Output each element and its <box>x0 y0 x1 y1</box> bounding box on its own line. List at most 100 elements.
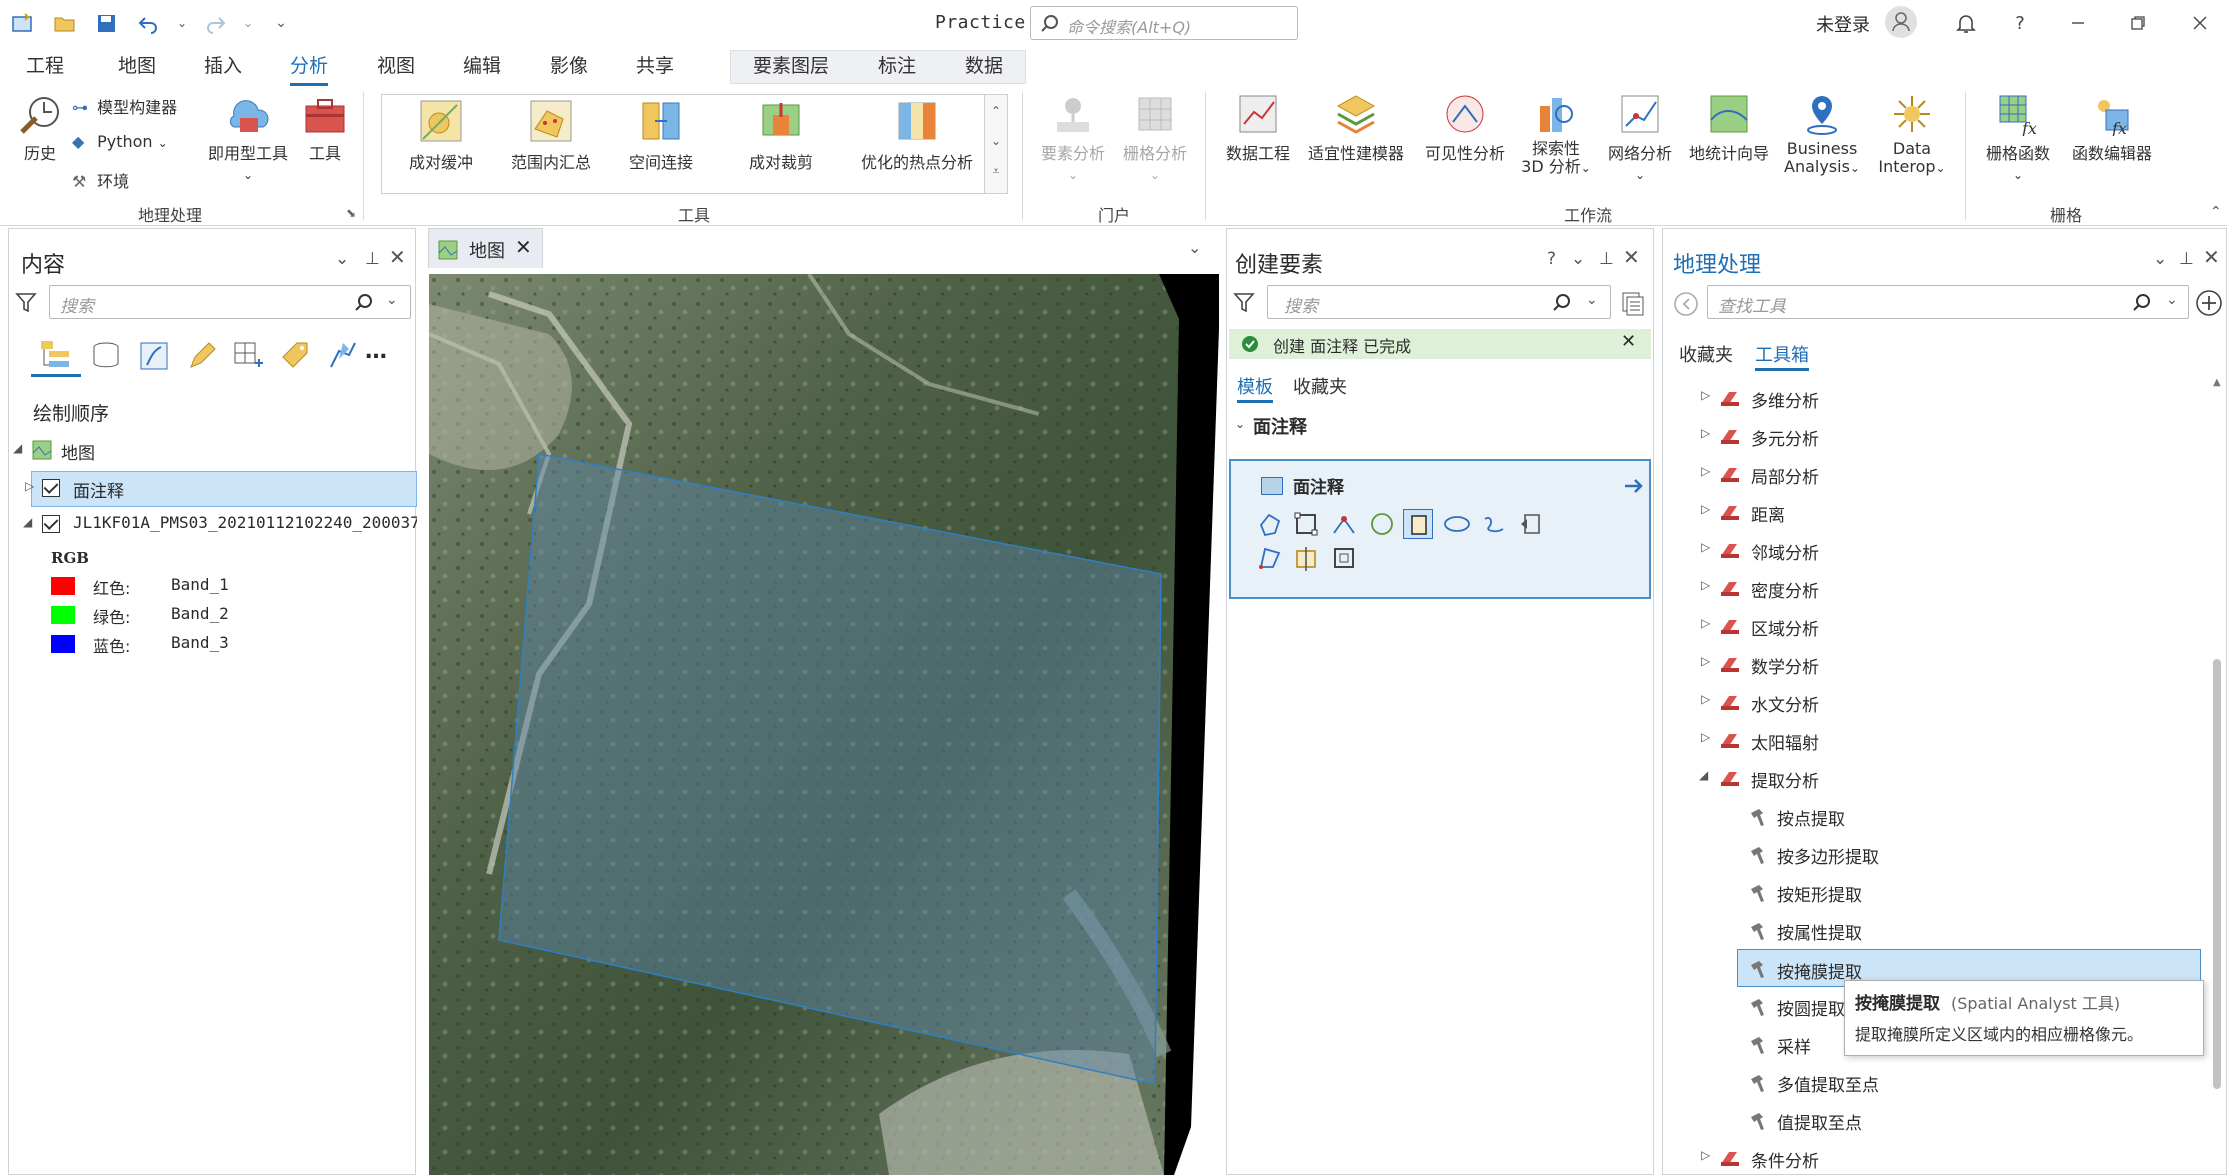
close-tab-icon[interactable]: ✕ <box>515 235 532 259</box>
command-search-input[interactable]: 命令搜索(Alt+Q) <box>1030 6 1298 40</box>
toolset-multivariate[interactable]: ▷ 多元分析 <box>1663 417 2208 455</box>
raster-layer-name[interactable]: JL1KF01A_PMS03_20210112102240_20003755 <box>73 513 417 532</box>
gallery-tool-pairwise-buffer[interactable]: 成对缓冲 <box>396 99 486 173</box>
pane-options-icon[interactable]: ⌄ <box>1571 249 1585 269</box>
gallery-expand-icon[interactable]: ⩡ <box>985 155 1007 187</box>
avatar[interactable] <box>1885 6 1917 38</box>
model-builder-button[interactable]: ⊶ 模型构建器 <box>72 94 177 118</box>
raster-analysis-button[interactable]: 栅格分析 ⌄ <box>1117 92 1193 183</box>
close-pane-icon[interactable]: ✕ <box>2203 245 2220 269</box>
tool-extract-by-rectangle[interactable]: 按矩形提取 <box>1663 873 2208 911</box>
environments-button[interactable]: ⚒ 环境 <box>72 168 129 192</box>
rectangle-annotation-tool[interactable] <box>1403 509 1433 539</box>
redo-icon[interactable] <box>200 8 230 38</box>
toolset-hydrology[interactable]: ▷ 水文分析 <box>1663 683 2208 721</box>
map-canvas[interactable] <box>429 274 1219 1175</box>
visibility-analysis-button[interactable]: 可见性分析 <box>1418 92 1512 164</box>
pin-icon[interactable]: ⊥ <box>365 249 380 269</box>
tab-toolboxes[interactable]: 工具箱 <box>1755 341 1809 371</box>
feature-analysis-button[interactable]: 要素分析 ⌄ <box>1035 92 1111 183</box>
data-interop-button[interactable]: Data Interop⌄ <box>1870 92 1954 177</box>
gallery-scroll-down-icon[interactable]: ⌄ <box>985 127 1007 155</box>
scroll-up-icon[interactable]: ▲ <box>2213 377 2221 388</box>
list-by-labeling-icon[interactable] <box>279 339 313 371</box>
template-item[interactable]: 面注释 <box>1229 459 1651 599</box>
function-editor-button[interactable]: fx 函数编辑器 <box>2064 92 2160 164</box>
contents-search-input[interactable]: 搜索 ⌄ <box>49 285 411 319</box>
dialog-launcher-icon[interactable]: ⬊ <box>346 206 356 220</box>
tab-data[interactable]: 数据 <box>965 50 1003 86</box>
list-by-editing-icon[interactable] <box>185 339 219 371</box>
geostatistical-wizard-button[interactable]: 地统计向导 <box>1682 92 1776 164</box>
tool-extract-values-to-points[interactable]: 值提取至点 <box>1663 1101 2208 1139</box>
help-icon[interactable]: ? <box>2000 4 2040 42</box>
new-project-icon[interactable] <box>8 8 38 38</box>
close-pane-icon[interactable]: ✕ <box>1623 245 1640 269</box>
more-options-icon[interactable]: … <box>365 339 387 364</box>
raster-visibility-checkbox[interactable] <box>42 515 60 533</box>
ellipse-tool-icon[interactable] <box>1443 511 1471 537</box>
customize-qat-icon[interactable]: ⌄ <box>266 8 296 38</box>
chevron-down-icon[interactable]: ⌄ <box>386 292 398 308</box>
toolset-zonal[interactable]: ▷ 区域分析 <box>1663 607 2208 645</box>
close-window-icon[interactable] <box>2180 4 2220 42</box>
circle-tool-icon[interactable] <box>1369 511 1395 537</box>
toolset-neighborhood[interactable]: ▷ 邻域分析 <box>1663 531 2208 569</box>
raster-functions-button[interactable]: fx 栅格函数 ⌄ <box>1980 92 2056 183</box>
list-by-perspective-imagery-icon[interactable] <box>325 339 359 371</box>
undo-dropdown-icon[interactable]: ⌄ <box>176 8 188 38</box>
gallery-tool-optimized-hot-spot[interactable]: 优化的热点分析 <box>852 99 982 173</box>
gallery-scrollbar[interactable]: ⌃ ⌄ ⩡ <box>984 94 1008 194</box>
restore-icon[interactable] <box>2118 4 2158 42</box>
pin-icon[interactable]: ⊥ <box>1599 249 1614 269</box>
toolset-density[interactable]: ▷ 密度分析 <box>1663 569 2208 607</box>
tool-extract-by-polygon[interactable]: 按多边形提取 <box>1663 835 2208 873</box>
undo-icon[interactable] <box>134 8 164 38</box>
line-tool-icon[interactable] <box>1331 511 1357 537</box>
toolset-math[interactable]: ▷ 数学分析 <box>1663 645 2208 683</box>
map-node-label[interactable]: 地图 <box>61 439 95 464</box>
tab-templates[interactable]: 模板 <box>1237 373 1273 403</box>
tab-map[interactable]: 地图 <box>118 50 156 86</box>
business-analysis-button[interactable]: Business Analysis⌄ <box>1780 92 1864 177</box>
layer-name[interactable]: 面注释 <box>73 477 124 502</box>
collapse-group-icon[interactable]: ⌄ <box>1235 417 1245 431</box>
tab-favorites[interactable]: 收藏夹 <box>1679 341 1733 367</box>
create-features-search-input[interactable]: 搜索 ⌄ <box>1267 285 1611 319</box>
view-list-dropdown-icon[interactable]: ⌄ <box>1188 238 1201 257</box>
filter-icon[interactable] <box>1233 291 1255 315</box>
tab-labeling[interactable]: 标注 <box>878 50 916 86</box>
ready-to-use-tools-button[interactable]: 即用型工具 ⌄ <box>202 92 294 183</box>
toolset-multidimensional[interactable]: ▷ 多维分析 <box>1663 379 2208 417</box>
pin-icon[interactable]: ⊥ <box>2179 249 2194 269</box>
polygon-tool-icon[interactable] <box>1257 511 1283 537</box>
gallery-scroll-up-icon[interactable]: ⌃ <box>985 95 1007 127</box>
filter-icon[interactable] <box>15 291 37 315</box>
network-analysis-button[interactable]: 网络分析 ⌄ <box>1600 92 1680 183</box>
tab-insert[interactable]: 插入 <box>204 50 242 86</box>
chevron-down-icon[interactable]: ⌄ <box>1586 292 1598 308</box>
gallery-tool-summarize-within[interactable]: 范围内汇总 <box>506 99 596 173</box>
map-view-tab[interactable]: 地图 ✕ <box>428 228 543 268</box>
toolset-distance[interactable]: ▷ 距离 <box>1663 493 2208 531</box>
toolset-conditional[interactable]: ▷ 条件分析 <box>1663 1139 2208 1175</box>
tab-favorites[interactable]: 收藏夹 <box>1293 373 1347 399</box>
rectangle-tool-icon[interactable] <box>1293 511 1319 537</box>
gallery-tool-spatial-join[interactable]: 空间连接 <box>616 99 706 173</box>
arrow-right-icon[interactable] <box>1623 475 1645 497</box>
tab-edit[interactable]: 编辑 <box>463 50 501 86</box>
manage-templates-icon[interactable] <box>1619 289 1647 317</box>
help-icon[interactable]: ? <box>1547 249 1556 269</box>
scrollbar-thumb[interactable] <box>2213 659 2221 1089</box>
data-engineering-button[interactable]: 数据工程 <box>1218 92 1298 164</box>
collapse-ribbon-icon[interactable]: ⌃ <box>2210 204 2222 220</box>
add-icon[interactable] <box>2195 289 2223 317</box>
tab-feature-layer[interactable]: 要素图层 <box>753 50 829 86</box>
pane-options-icon[interactable]: ⌄ <box>2153 249 2167 269</box>
open-project-icon[interactable] <box>50 8 80 38</box>
expand-layer-icon[interactable]: ▷ <box>25 479 34 493</box>
layer-visibility-checkbox[interactable] <box>42 479 60 497</box>
chevron-down-icon[interactable]: ⌄ <box>2166 292 2178 308</box>
tab-analysis[interactable]: 分析 <box>290 50 329 86</box>
find-tools-input[interactable]: 查找工具 ⌄ <box>1707 285 2189 319</box>
